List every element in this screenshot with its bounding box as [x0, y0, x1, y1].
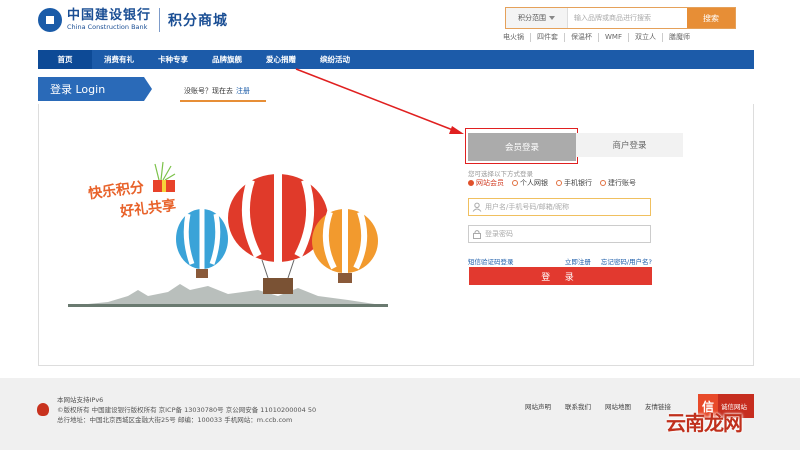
header: 中国建设银行 China Construction Bank 积分商城 积分范围…	[0, 0, 800, 50]
annotation-highlight-box	[465, 128, 578, 164]
nav-item-home[interactable]: 首页	[38, 50, 92, 69]
ipv6-notice: 本网站支持IPv6	[57, 396, 104, 404]
hot-word-link[interactable]: 四件套	[530, 33, 564, 42]
watermark-text: 云南龙网	[666, 411, 743, 435]
password-input[interactable]	[485, 227, 645, 241]
lock-icon	[469, 226, 485, 242]
main-nav: 首页 消费有礼 卡种专享 品牌旗舰 爱心捐赠 缤纷活动	[38, 50, 754, 69]
radio-icon	[600, 180, 606, 186]
radio-selected-icon	[468, 180, 474, 186]
search-box: 积分范围 搜索	[505, 7, 736, 29]
copyright-text: ©版权所有 中国建设银行版权所有 京ICP备 13030780号 京公网安备 1…	[57, 406, 317, 414]
method-site-member[interactable]: 网站会员	[468, 178, 504, 188]
method-label: 手机银行	[564, 179, 592, 187]
tab-merchant-login[interactable]: 商户登录	[576, 133, 683, 157]
hot-word-link[interactable]: WMF	[598, 33, 628, 42]
login-links: 短信验证码登录 立即注册 忘记密码/用户名?	[468, 256, 652, 266]
logo-english-name: China Construction Bank	[67, 23, 148, 32]
no-account-prompt: 没账号？现在去 注册	[184, 86, 250, 96]
register-link[interactable]: 注册	[236, 87, 250, 95]
balloons-graphic	[68, 161, 388, 307]
radio-icon	[556, 180, 562, 186]
ccb-logo[interactable]: 中国建设银行 China Construction Bank 积分商城	[38, 7, 228, 33]
forgot-password-link[interactable]: 忘记密码/用户名?	[601, 256, 652, 266]
method-label: 个人网银	[520, 179, 548, 187]
login-method-radios: 网站会员 个人网银 手机银行 建行账号	[468, 178, 636, 188]
hot-word-link[interactable]: 电火锅	[503, 33, 530, 42]
search-scope-select[interactable]: 积分范围	[506, 8, 568, 28]
method-mobile-bank[interactable]: 手机银行	[556, 178, 592, 188]
method-label: 建行账号	[608, 179, 636, 187]
login-title-bar: 登录 Login 没账号？现在去 注册	[38, 77, 754, 102]
address-text: 总行地址：中国北京西城区金融大街25号 邮编：100033 手机网站：m.ccb…	[57, 416, 293, 424]
username-field	[468, 198, 651, 216]
search-button[interactable]: 搜索	[687, 8, 735, 28]
method-label: 网站会员	[476, 179, 504, 187]
police-emblem-icon	[37, 403, 49, 416]
nav-item-charity-donation[interactable]: 爱心捐赠	[254, 50, 308, 69]
nav-item-card-exclusive[interactable]: 卡种专享	[146, 50, 200, 69]
sms-login-link[interactable]: 短信验证码登录	[468, 256, 514, 266]
hot-words: 电火锅 四件套 保温杯 WMF 双立人 膳魔师	[503, 33, 696, 42]
footer-links: 网站声明 联系我们 网站地图 友情链接	[525, 401, 671, 411]
login-method-hint: 您可选择以下方式登录	[468, 170, 533, 178]
login-title: 登录 Login	[38, 77, 152, 101]
logo-chinese-name: 中国建设银行	[67, 8, 152, 24]
balloon-illustration: 快乐积分 好礼共享	[68, 150, 388, 312]
radio-icon	[512, 180, 518, 186]
footer-link-sitemap[interactable]: 网站地图	[605, 401, 631, 411]
nav-item-consumption-gifts[interactable]: 消费有礼	[92, 50, 146, 69]
username-input[interactable]	[485, 200, 645, 214]
no-account-text: 没账号？现在去	[184, 87, 233, 95]
search-input[interactable]	[568, 8, 687, 28]
login-button[interactable]: 登 录	[469, 267, 652, 285]
footer-link-statement[interactable]: 网站声明	[525, 401, 551, 411]
password-field	[468, 225, 651, 243]
nav-item-activities[interactable]: 缤纷活动	[308, 50, 362, 69]
hot-word-link[interactable]: 保温杯	[564, 33, 598, 42]
chevron-down-icon	[549, 16, 555, 20]
search-scope-label: 积分范围	[518, 14, 546, 22]
logo-divider	[159, 8, 161, 32]
mall-title: 积分商城	[168, 13, 229, 29]
nav-item-brand-flagship[interactable]: 品牌旗舰	[200, 50, 254, 69]
user-icon	[469, 199, 485, 215]
hot-word-link[interactable]: 膳魔师	[662, 33, 696, 42]
footer-link-contact[interactable]: 联系我们	[565, 401, 591, 411]
register-now-link[interactable]: 立即注册	[565, 256, 591, 266]
ccb-logo-icon	[38, 8, 62, 32]
method-personal-ebank[interactable]: 个人网银	[512, 178, 548, 188]
footer-info: 本网站支持IPv6 ©版权所有 中国建设银行版权所有 京ICP备 1303078…	[57, 395, 316, 425]
prompt-underline	[180, 100, 266, 102]
method-ccb-account[interactable]: 建行账号	[600, 178, 636, 188]
hot-word-link[interactable]: 双立人	[628, 33, 662, 42]
